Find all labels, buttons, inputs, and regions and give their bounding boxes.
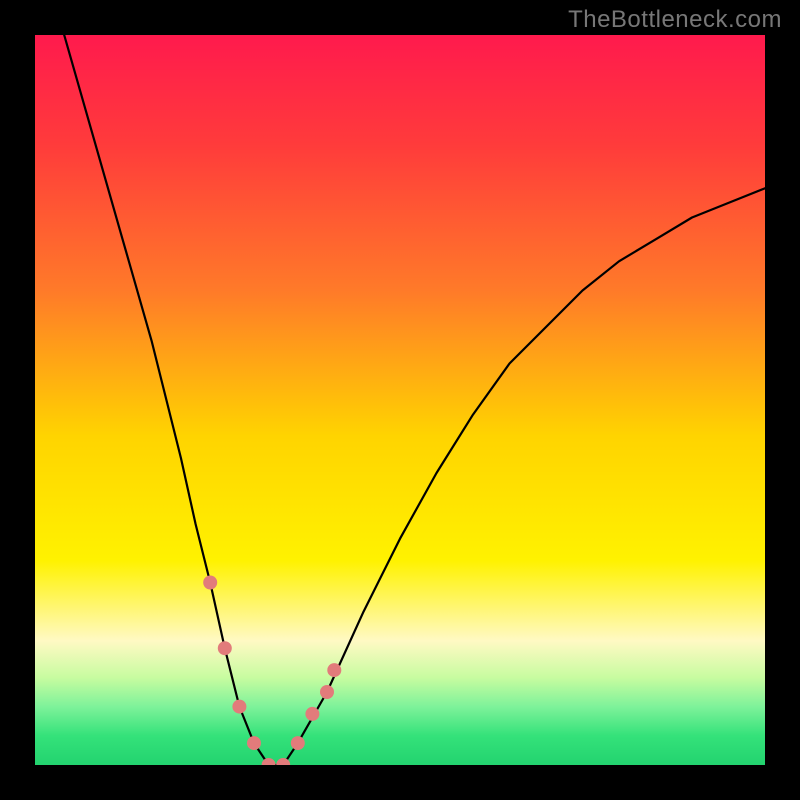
curve-layer [35,35,765,765]
bottleneck-curve [64,35,765,765]
watermark-text: TheBottleneck.com [568,6,782,34]
highlight-dot [327,663,341,677]
highlight-dot [291,736,305,750]
highlight-dot [320,685,334,699]
highlight-dot [247,736,261,750]
highlight-dot [305,707,319,721]
plot-area [35,35,765,765]
highlight-dot [232,700,246,714]
chart-frame: TheBottleneck.com [0,0,800,800]
highlight-dot [218,641,232,655]
highlight-dot [203,576,217,590]
